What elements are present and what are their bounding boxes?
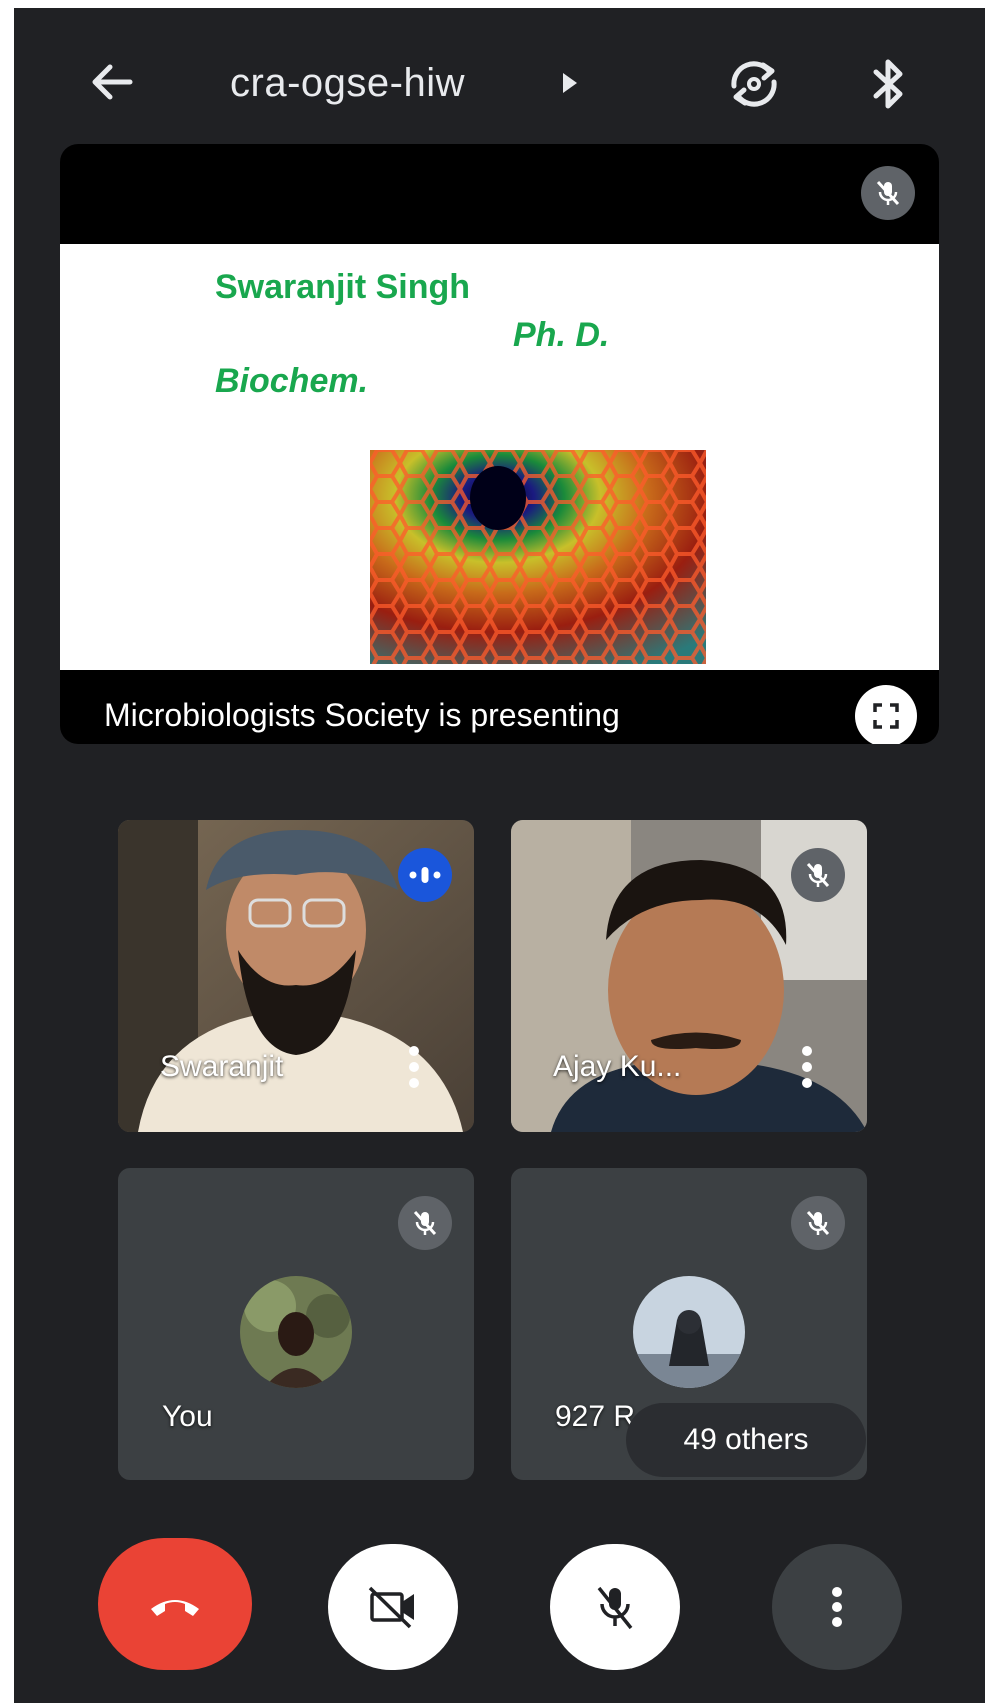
bluetooth-icon: [873, 59, 903, 109]
camera-off-icon: [368, 1586, 414, 1629]
presentation-mute-indicator: [861, 166, 915, 220]
audio-level-icon: [409, 867, 441, 883]
mic-off-icon: [806, 1210, 830, 1236]
more-vert-icon: [832, 1587, 842, 1627]
more-vert-icon[interactable]: [404, 1042, 424, 1092]
mic-off-icon: [876, 180, 900, 206]
top-bar: cra-ogse-hiw: [14, 8, 985, 148]
presentation-tile[interactable]: Swaranjit Singh Ph. D. Biochem. Microbio…: [60, 144, 939, 744]
end-call-button[interactable]: [98, 1538, 252, 1670]
slide-degree: Ph. D.: [513, 316, 610, 354]
arrow-left-icon: [92, 64, 133, 100]
participant-tile-you[interactable]: You: [118, 1168, 474, 1480]
mic-toggle-button[interactable]: [550, 1544, 680, 1670]
slide-department: Biochem.: [215, 362, 369, 400]
meet-screen: cra-ogse-hiw Swaranjit Singh Ph. D. Bioc…: [14, 8, 985, 1703]
participant-name: Swaranjit: [160, 1050, 284, 1083]
participant-mute-indicator: [398, 1196, 452, 1250]
audio-output-button[interactable]: [864, 52, 914, 116]
avatar: [240, 1276, 352, 1388]
participant-tile-swaranjit[interactable]: Swaranjit: [118, 820, 474, 1132]
participant-name: 927 R: [555, 1400, 636, 1433]
speaking-indicator: [398, 848, 452, 902]
mic-off-icon: [597, 1586, 633, 1630]
participant-tile-ajay[interactable]: Ajay Ku...: [511, 820, 867, 1132]
switch-camera-button[interactable]: [722, 52, 786, 116]
others-count-chip[interactable]: 49 others: [626, 1403, 866, 1477]
mic-off-icon: [806, 862, 830, 888]
fullscreen-button[interactable]: [855, 685, 917, 744]
camera-flip-icon: [731, 61, 777, 107]
nanotube-image: [370, 450, 706, 664]
avatar: [633, 1276, 745, 1388]
presenting-status: Microbiologists Society is presenting: [104, 697, 620, 733]
end-call-icon: [151, 1600, 199, 1616]
participant-mute-indicator: [791, 1196, 845, 1250]
back-button[interactable]: [84, 54, 140, 110]
more-vert-icon[interactable]: [797, 1042, 817, 1092]
mic-off-icon: [413, 1210, 437, 1236]
more-options-button[interactable]: [772, 1544, 902, 1670]
participant-mute-indicator: [791, 848, 845, 902]
caret-right-icon[interactable]: [559, 70, 581, 96]
camera-toggle-button[interactable]: [328, 1544, 458, 1670]
fullscreen-icon: [873, 703, 899, 729]
shared-slide: Swaranjit Singh Ph. D. Biochem.: [60, 244, 939, 670]
participant-name: Ajay Ku...: [553, 1050, 682, 1083]
participant-name: You: [162, 1400, 213, 1433]
meeting-code[interactable]: cra-ogse-hiw: [230, 58, 465, 108]
slide-presenter-name: Swaranjit Singh: [215, 268, 471, 306]
